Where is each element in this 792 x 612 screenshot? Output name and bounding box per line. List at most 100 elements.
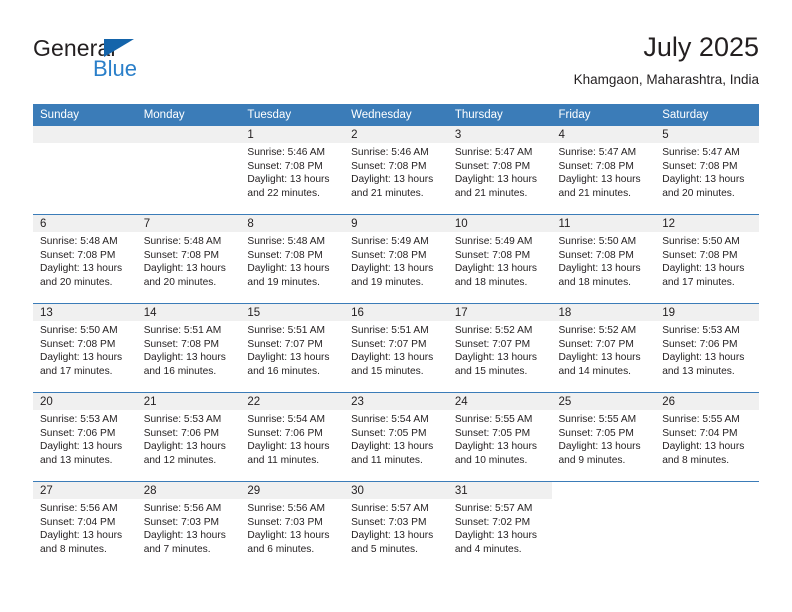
general-blue-logo[interactable]: General Blue: [33, 35, 263, 91]
calendar-day-cell[interactable]: 29 Sunrise: 5:56 AM Sunset: 7:03 PM Dayligh…: [240, 481, 345, 570]
day-cell-details: Sunrise: 5:47 AM Sunset: 7:08 PM Daylight:…: [552, 143, 656, 200]
calendar-grid: Sunday Monday Tuesday Wednesday Thursday…: [33, 104, 759, 570]
calendar-day-cell[interactable]: 30 Sunrise: 5:57 AM Sunset: 7:03 PM Dayligh…: [344, 481, 448, 570]
calendar-day-cell[interactable]: 13 Sunrise: 5:50 AM Sunset: 7:08 PM Dayligh…: [33, 303, 137, 393]
calendar-day-cell[interactable]: 31 Sunrise: 5:57 AM Sunset: 7:02 PM Dayligh…: [447, 481, 552, 570]
calendar-day-cell[interactable]: 25 Sunrise: 5:55 AM Sunset: 7:05 PM Dayligh…: [551, 392, 656, 482]
daylight-text-line2: and 4 minutes.: [454, 543, 522, 555]
calendar-body: 1 Sunrise: 5:46 AM Sunset: 7:08 PM Daylight…: [33, 126, 759, 570]
calendar-day-cell[interactable]: 1 Sunrise: 5:46 AM Sunset: 7:08 PM Daylight…: [240, 126, 345, 215]
calendar-day-cell[interactable]: 3 Sunrise: 5:47 AM Sunset: 7:08 PM Daylight…: [447, 126, 552, 215]
weekday-header-wednesday: Wednesday: [344, 104, 448, 126]
sunrise-text: Sunrise: 5:50 AM: [558, 236, 637, 247]
calendar-day-cell[interactable]: 19 Sunrise: 5:53 AM Sunset: 7:06 PM Dayligh…: [655, 303, 759, 393]
sunrise-text: Sunrise: 5:55 AM: [662, 414, 740, 425]
day-cell-details: Sunrise: 5:50 AM Sunset: 7:08 PM Daylight:…: [552, 232, 656, 289]
day-cell-inner: 25 Sunrise: 5:55 AM Sunset: 7:05 PM Dayligh…: [551, 393, 656, 481]
sunrise-text: Sunrise: 5:56 AM: [40, 503, 118, 514]
calendar-day-cell[interactable]: 7 Sunrise: 5:48 AM Sunset: 7:08 PM Daylight…: [136, 214, 241, 304]
day-number: 23: [344, 393, 448, 410]
sunrise-text: Sunrise: 5:57 AM: [351, 503, 429, 514]
daylight-text-line1: Daylight: 13 hours: [40, 530, 123, 542]
sunset-text: Sunset: 7:08 PM: [247, 160, 323, 172]
calendar-day-cell[interactable]: 28 Sunrise: 5:56 AM Sunset: 7:03 PM Dayligh…: [136, 481, 241, 570]
daylight-text-line2: and 19 minutes.: [351, 276, 424, 288]
sunset-text: Sunset: 7:05 PM: [454, 427, 531, 439]
sunset-text: Sunset: 7:08 PM: [143, 338, 220, 350]
calendar-day-cell[interactable]: 26 Sunrise: 5:55 AM Sunset: 7:04 PM Dayligh…: [655, 392, 759, 482]
day-number: 26: [655, 393, 759, 410]
calendar-day-cell[interactable]: 17 Sunrise: 5:52 AM Sunset: 7:07 PM Dayligh…: [447, 303, 552, 393]
sunrise-text: Sunrise: 5:51 AM: [143, 325, 222, 336]
calendar-day-cell[interactable]: 23 Sunrise: 5:54 AM Sunset: 7:05 PM Dayligh…: [344, 392, 448, 482]
sunset-text: Sunset: 7:08 PM: [662, 160, 738, 172]
sunset-text: Sunset: 7:07 PM: [247, 338, 323, 350]
day-number: 6: [33, 215, 137, 232]
calendar-day-cell[interactable]: [33, 126, 137, 215]
calendar-day-cell[interactable]: [655, 481, 759, 570]
calendar-day-cell[interactable]: 15 Sunrise: 5:51 AM Sunset: 7:07 PM Dayligh…: [240, 303, 345, 393]
daylight-text-line1: Daylight: 13 hours: [247, 530, 330, 542]
day-cell-details: Sunrise: 5:57 AM Sunset: 7:03 PM Daylight:…: [344, 499, 448, 556]
calendar-day-cell[interactable]: [551, 481, 656, 570]
calendar-day-cell[interactable]: 9 Sunrise: 5:49 AM Sunset: 7:08 PM Daylight…: [344, 214, 448, 304]
day-number: 2: [344, 126, 448, 143]
day-cell-inner: 8 Sunrise: 5:48 AM Sunset: 7:08 PM Daylight…: [240, 215, 345, 303]
sunset-text: Sunset: 7:08 PM: [40, 338, 116, 350]
daylight-text-line2: and 13 minutes.: [662, 365, 735, 377]
daylight-text-line2: and 12 minutes.: [143, 454, 217, 466]
calendar-day-cell[interactable]: 6 Sunrise: 5:48 AM Sunset: 7:08 PM Daylight…: [33, 214, 137, 304]
calendar-day-cell[interactable]: 22 Sunrise: 5:54 AM Sunset: 7:06 PM Dayligh…: [240, 392, 345, 482]
day-cell-details: Sunrise: 5:46 AM Sunset: 7:08 PM Daylight:…: [344, 143, 448, 200]
day-cell-details: Sunrise: 5:47 AM Sunset: 7:08 PM Daylight:…: [448, 143, 552, 200]
daylight-text-line1: Daylight: 13 hours: [351, 530, 434, 542]
calendar-day-cell[interactable]: 10 Sunrise: 5:49 AM Sunset: 7:08 PM Dayligh…: [447, 214, 552, 304]
day-cell-details: [137, 143, 241, 146]
calendar-day-cell[interactable]: 24 Sunrise: 5:55 AM Sunset: 7:05 PM Dayligh…: [447, 392, 552, 482]
calendar-day-cell[interactable]: 14 Sunrise: 5:51 AM Sunset: 7:08 PM Dayligh…: [136, 303, 241, 393]
daylight-text-line2: and 18 minutes.: [454, 276, 528, 288]
sunset-text: Sunset: 7:03 PM: [143, 516, 220, 528]
day-number: 28: [136, 482, 241, 499]
daylight-text-line2: and 16 minutes.: [247, 365, 320, 377]
daylight-text-line1: Daylight: 13 hours: [351, 352, 434, 364]
sunrise-text: Sunrise: 5:47 AM: [454, 147, 533, 158]
day-number: 22: [240, 393, 345, 410]
sunrise-text: Sunrise: 5:46 AM: [351, 147, 429, 158]
weekday-header-tuesday: Tuesday: [240, 104, 345, 126]
calendar-day-cell[interactable]: 2 Sunrise: 5:46 AM Sunset: 7:08 PM Daylight…: [344, 126, 448, 215]
day-cell-inner: 22 Sunrise: 5:54 AM Sunset: 7:06 PM Dayligh…: [240, 393, 345, 481]
daylight-text-line1: Daylight: 13 hours: [558, 174, 641, 186]
day-cell-details: [33, 143, 137, 146]
daylight-text-line2: and 20 minutes.: [40, 276, 113, 288]
calendar-day-cell[interactable]: 18 Sunrise: 5:52 AM Sunset: 7:07 PM Dayligh…: [551, 303, 656, 393]
calendar-day-cell[interactable]: 8 Sunrise: 5:48 AM Sunset: 7:08 PM Daylight…: [240, 214, 345, 304]
calendar-day-cell[interactable]: 4 Sunrise: 5:47 AM Sunset: 7:08 PM Daylight…: [551, 126, 656, 215]
sunrise-text: Sunrise: 5:55 AM: [454, 414, 533, 425]
day-cell-details: Sunrise: 5:51 AM Sunset: 7:08 PM Daylight:…: [137, 321, 241, 378]
calendar-day-cell[interactable]: 16 Sunrise: 5:51 AM Sunset: 7:07 PM Dayligh…: [344, 303, 448, 393]
calendar-day-cell[interactable]: 12 Sunrise: 5:50 AM Sunset: 7:08 PM Dayligh…: [655, 214, 759, 304]
calendar-day-cell[interactable]: [136, 126, 241, 215]
day-cell-inner: [136, 126, 241, 214]
day-cell-details: Sunrise: 5:52 AM Sunset: 7:07 PM Daylight:…: [552, 321, 656, 378]
calendar-day-cell[interactable]: 27 Sunrise: 5:56 AM Sunset: 7:04 PM Dayligh…: [33, 481, 137, 570]
day-number: 18: [551, 304, 656, 321]
day-cell-inner: 6 Sunrise: 5:48 AM Sunset: 7:08 PM Daylight…: [33, 215, 137, 303]
calendar-day-cell[interactable]: 11 Sunrise: 5:50 AM Sunset: 7:08 PM Dayligh…: [551, 214, 656, 304]
calendar-page: General Blue July 2025 Khamgaon, Maharas…: [0, 0, 792, 612]
sunset-text: Sunset: 7:08 PM: [558, 160, 634, 172]
day-number: 7: [136, 215, 241, 232]
sunrise-text: Sunrise: 5:54 AM: [247, 414, 325, 425]
daylight-text-line1: Daylight: 13 hours: [558, 263, 641, 275]
calendar-day-cell[interactable]: 5 Sunrise: 5:47 AM Sunset: 7:08 PM Daylight…: [655, 126, 759, 215]
calendar-day-cell[interactable]: 21 Sunrise: 5:53 AM Sunset: 7:06 PM Dayligh…: [136, 392, 241, 482]
logo-text-blue: Blue: [93, 56, 138, 81]
daylight-text-line1: Daylight: 13 hours: [454, 530, 537, 542]
day-number: 10: [447, 215, 552, 232]
daylight-text-line2: and 22 minutes.: [247, 187, 320, 199]
daylight-text-line1: Daylight: 13 hours: [247, 441, 330, 453]
day-number: 13: [33, 304, 137, 321]
day-cell-inner: 31 Sunrise: 5:57 AM Sunset: 7:02 PM Dayligh…: [447, 482, 552, 570]
calendar-day-cell[interactable]: 20 Sunrise: 5:53 AM Sunset: 7:06 PM Dayligh…: [33, 392, 137, 482]
